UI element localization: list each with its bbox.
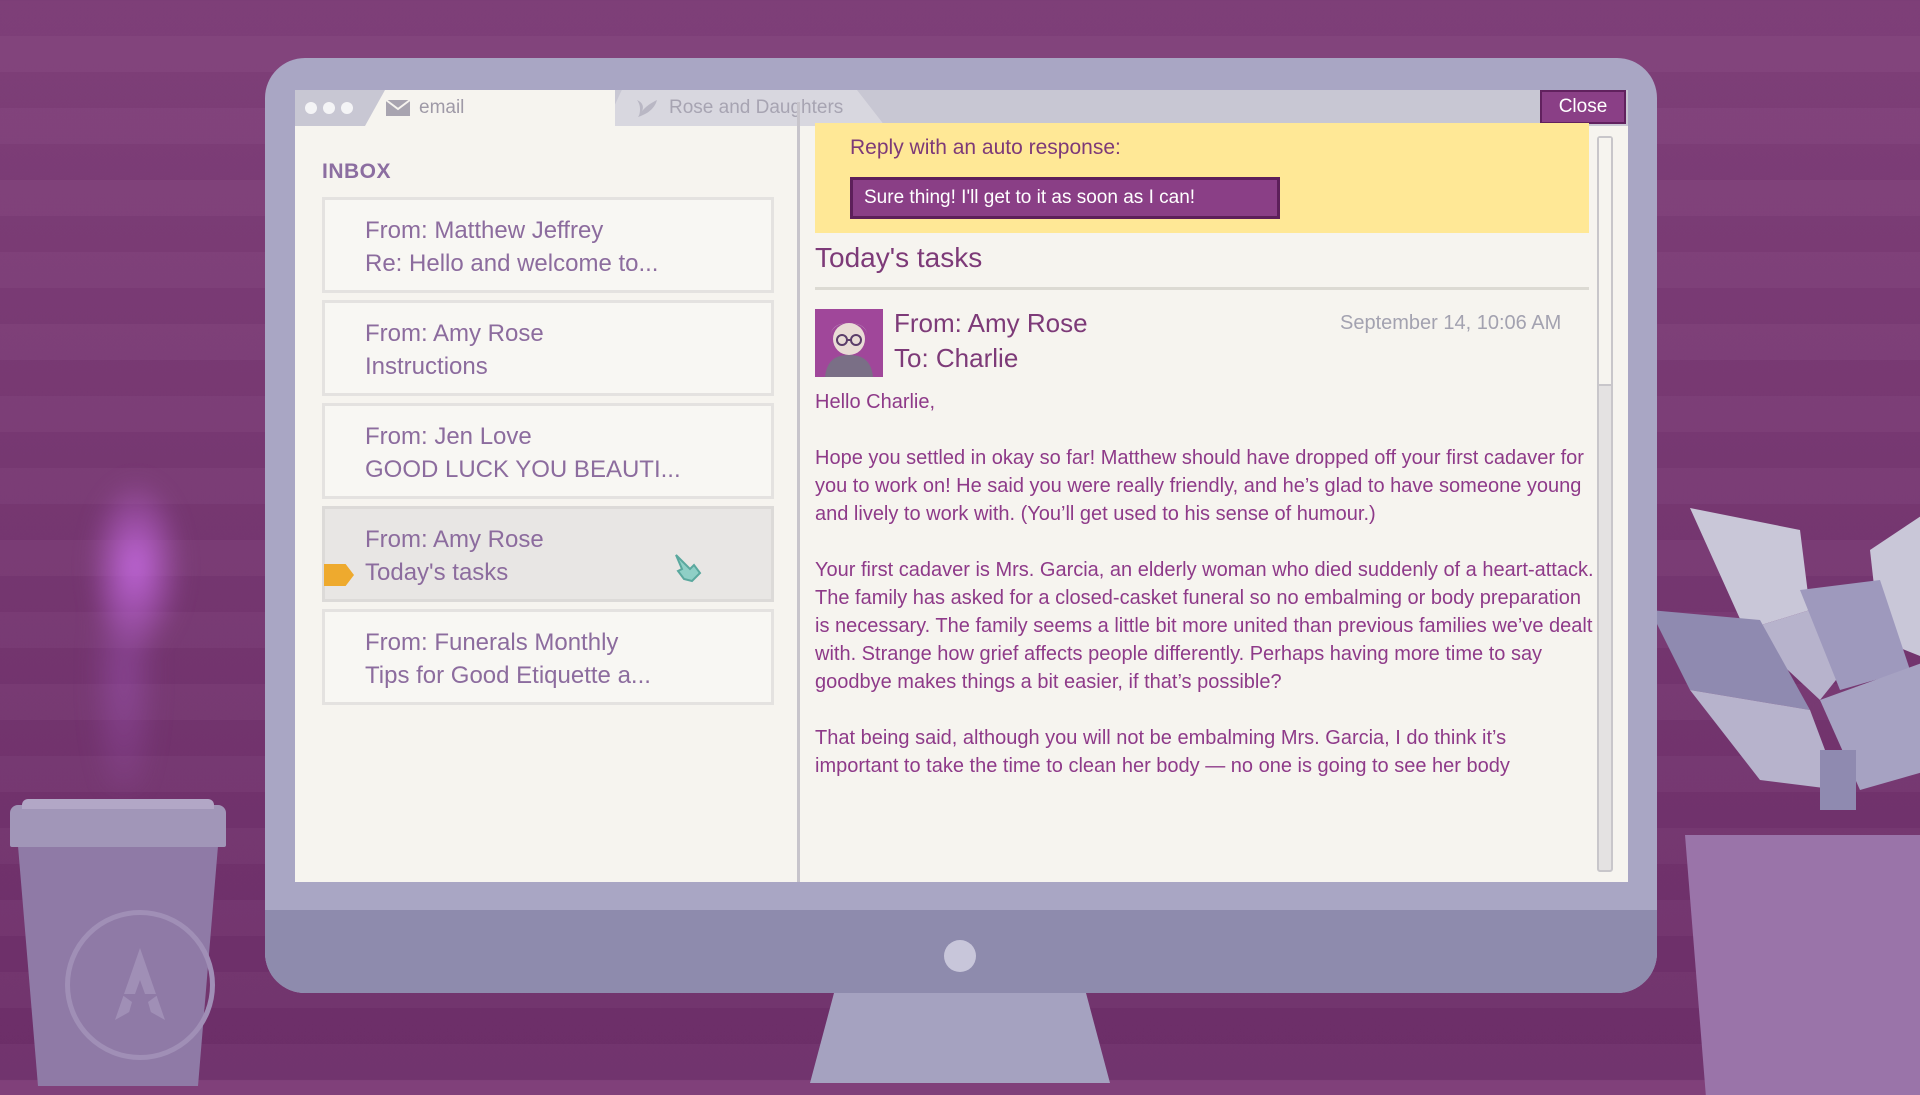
divider — [815, 287, 1589, 290]
envelope-icon — [385, 99, 411, 116]
monitor-stand — [810, 993, 1110, 1083]
tab-rose-and-daughters-label: Rose and Daughters — [669, 97, 844, 118]
close-button[interactable]: Close — [1540, 90, 1626, 124]
plant — [1650, 508, 1920, 810]
mail-list: From: Matthew Jeffrey Re: Hello and welc… — [322, 197, 774, 712]
tab-email-label: email — [419, 97, 465, 118]
mail-subject: Re: Hello and welcome to... — [365, 250, 659, 277]
leaf-icon — [637, 100, 657, 117]
email-header: From: Amy Rose To: Charlie — [894, 306, 1088, 376]
email-paragraph: Your first cadaver is Mrs. Garcia, an el… — [815, 559, 1594, 693]
scrollbar[interactable] — [1597, 136, 1613, 872]
pane-divider — [797, 102, 800, 882]
star-logo-icon — [65, 910, 215, 1060]
email-paragraph: Hope you settled in okay so far! Matthew… — [815, 447, 1584, 525]
avatar — [815, 309, 883, 377]
email-from: From: Amy Rose — [894, 308, 1088, 338]
auto-reply-button[interactable]: Sure thing! I'll get to it as soon as I … — [850, 177, 1280, 219]
mail-item[interactable]: From: Matthew Jeffrey Re: Hello and welc… — [322, 197, 774, 293]
plant-pot — [1685, 835, 1920, 1095]
coffee-cup-lid — [10, 799, 226, 847]
email-window: Rose and Daughters email Close INBOX Fro… — [295, 90, 1628, 882]
email-body: Hello Charlie, Hope you settled in okay … — [815, 388, 1595, 808]
tab-bar: Rose and Daughters email Close — [295, 90, 1628, 126]
mail-from: From: Funerals Monthly — [365, 629, 619, 656]
mail-from: From: Matthew Jeffrey — [365, 217, 604, 244]
hand-cursor-icon — [675, 554, 702, 583]
mail-from: From: Amy Rose — [365, 526, 544, 553]
tab-rose-and-daughters-content[interactable]: Rose and Daughters — [635, 90, 843, 126]
email-subject: Today's tasks — [815, 242, 983, 273]
label-tag-icon — [324, 564, 354, 586]
email-to: To: Charlie — [894, 343, 1019, 373]
mail-item[interactable]: From: Amy Rose Instructions — [322, 300, 774, 396]
email-paragraph: That being said, although you will not b… — [815, 727, 1510, 777]
mail-subject: Instructions — [365, 353, 488, 380]
mail-from: From: Jen Love — [365, 423, 532, 450]
inbox-title: INBOX — [322, 160, 392, 183]
scrollbar-thumb[interactable] — [1599, 138, 1611, 386]
power-button[interactable] — [944, 940, 976, 972]
auto-reply-label: Reply with an auto response: — [850, 136, 1121, 159]
mail-subject: Today's tasks — [365, 559, 509, 586]
mail-item[interactable]: From: Jen Love GOOD LUCK YOU BEAUTI... — [322, 403, 774, 499]
mail-from: From: Amy Rose — [365, 320, 544, 347]
mail-subject: Tips for Good Etiquette a... — [365, 662, 651, 689]
mail-item-selected[interactable]: From: Amy Rose Today's tasks — [322, 506, 774, 602]
email-date: September 14, 10:06 AM — [1340, 312, 1562, 334]
window-dots — [305, 102, 353, 114]
tab-email-content[interactable]: email — [385, 90, 464, 126]
coffee-steam — [70, 470, 190, 790]
email-greeting: Hello Charlie, — [815, 391, 936, 413]
mail-subject: GOOD LUCK YOU BEAUTI... — [365, 456, 681, 483]
auto-reply-box: Reply with an auto response: Sure thing!… — [815, 123, 1589, 233]
mail-item[interactable]: From: Funerals Monthly Tips for Good Eti… — [322, 609, 774, 705]
